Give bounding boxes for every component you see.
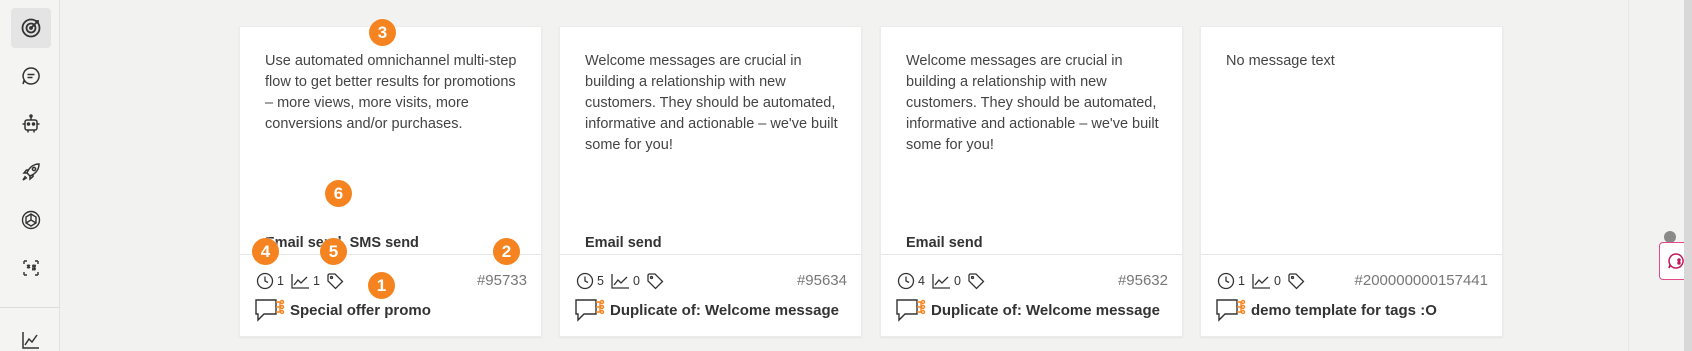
card-id: #200000000157441 xyxy=(1354,272,1488,289)
line-chart-icon xyxy=(1252,274,1270,289)
card-description: No message text xyxy=(1226,53,1335,69)
chat-support-icon xyxy=(1668,253,1684,269)
robot-icon xyxy=(22,114,40,133)
analytics-chart-icon xyxy=(22,332,39,349)
sidebar-item-analytics[interactable] xyxy=(11,320,51,351)
card-id: #95632 xyxy=(1117,272,1168,289)
sidebar-item-target[interactable] xyxy=(11,8,51,48)
clock-icon xyxy=(897,272,915,290)
tag-icon[interactable] xyxy=(967,272,985,290)
annotation-marker-4: 4 xyxy=(252,238,279,265)
time-count: 1 xyxy=(1238,274,1245,288)
card-channel-types: Email send xyxy=(585,235,662,251)
scrollbar-track[interactable] xyxy=(1628,0,1629,351)
stats-count: 0 xyxy=(953,274,961,288)
card-id: #95634 xyxy=(796,272,847,289)
sidebar-item-campaigns[interactable] xyxy=(11,152,51,192)
flow-message-icon xyxy=(255,299,285,322)
clock-icon xyxy=(576,272,594,290)
card-title-row: Duplicate of: Welcome message xyxy=(895,297,1160,323)
card-title[interactable]: Special offer promo xyxy=(290,302,431,319)
annotation-marker-1: 1 xyxy=(368,272,395,299)
time-count: 5 xyxy=(597,274,604,288)
time-count: 1 xyxy=(277,274,284,288)
card-stats: 1 0 xyxy=(1217,271,1305,291)
time-count: 4 xyxy=(918,274,925,288)
clock-icon xyxy=(256,272,274,290)
card-description: Welcome messages are crucial in building… xyxy=(906,53,1159,153)
annotation-marker-5: 5 xyxy=(320,238,347,265)
card-channel-types: Email send xyxy=(906,235,983,251)
tag-icon[interactable] xyxy=(646,272,664,290)
card-divider xyxy=(881,254,1182,255)
card-stats: 1 1 xyxy=(256,271,344,291)
flow-message-icon xyxy=(575,299,605,322)
card-title[interactable]: demo template for tags :O xyxy=(1251,302,1437,319)
openai-icon xyxy=(21,210,41,230)
flow-message-icon xyxy=(896,299,926,322)
line-chart-icon xyxy=(291,274,309,289)
line-chart-icon xyxy=(932,274,950,289)
template-tag-icon xyxy=(23,260,39,276)
card-title[interactable]: Duplicate of: Welcome message xyxy=(931,302,1160,319)
sidebar-item-chat[interactable] xyxy=(11,56,51,96)
card-description: Use automated omnichannel multi-step flo… xyxy=(265,53,517,132)
sidebar-item-ai[interactable] xyxy=(11,200,51,240)
sidebar xyxy=(0,0,60,351)
sidebar-item-bot[interactable] xyxy=(11,104,51,144)
stats-count: 1 xyxy=(312,274,320,288)
card-stats: 4 0 xyxy=(897,271,985,291)
stats-count: 0 xyxy=(632,274,640,288)
card-description: Welcome messages are crucial in building… xyxy=(585,53,838,153)
card-id: #95733 xyxy=(476,272,527,289)
flow-message-icon xyxy=(1216,299,1246,322)
annotation-marker-2: 2 xyxy=(493,238,520,265)
card-stats: 5 0 xyxy=(576,271,664,291)
target-icon xyxy=(21,18,41,38)
tag-icon[interactable] xyxy=(1287,272,1305,290)
sidebar-item-templates[interactable] xyxy=(11,248,51,288)
card-divider xyxy=(1201,254,1502,255)
template-card[interactable]: No message text 1 0 #200000000157441 dem… xyxy=(1200,26,1503,337)
card-title-row: demo template for tags :O xyxy=(1215,297,1437,323)
clock-icon xyxy=(1217,272,1235,290)
tag-icon[interactable] xyxy=(326,272,344,290)
card-title[interactable]: Duplicate of: Welcome message xyxy=(610,302,839,319)
line-chart-icon xyxy=(611,274,629,289)
right-edge-scrollbar[interactable] xyxy=(1684,0,1692,351)
card-divider xyxy=(560,254,861,255)
annotation-marker-6: 6 xyxy=(325,180,352,207)
stats-count: 0 xyxy=(1273,274,1281,288)
template-card[interactable]: Welcome messages are crucial in building… xyxy=(880,26,1183,337)
annotation-marker-3: 3 xyxy=(369,19,396,46)
card-title-row: Duplicate of: Welcome message xyxy=(574,297,839,323)
chat-bubble-icon xyxy=(22,67,40,85)
template-card[interactable]: Welcome messages are crucial in building… xyxy=(559,26,862,337)
rocket-icon xyxy=(22,163,40,181)
sidebar-divider xyxy=(0,307,59,308)
card-title-row: Special offer promo xyxy=(254,297,431,323)
